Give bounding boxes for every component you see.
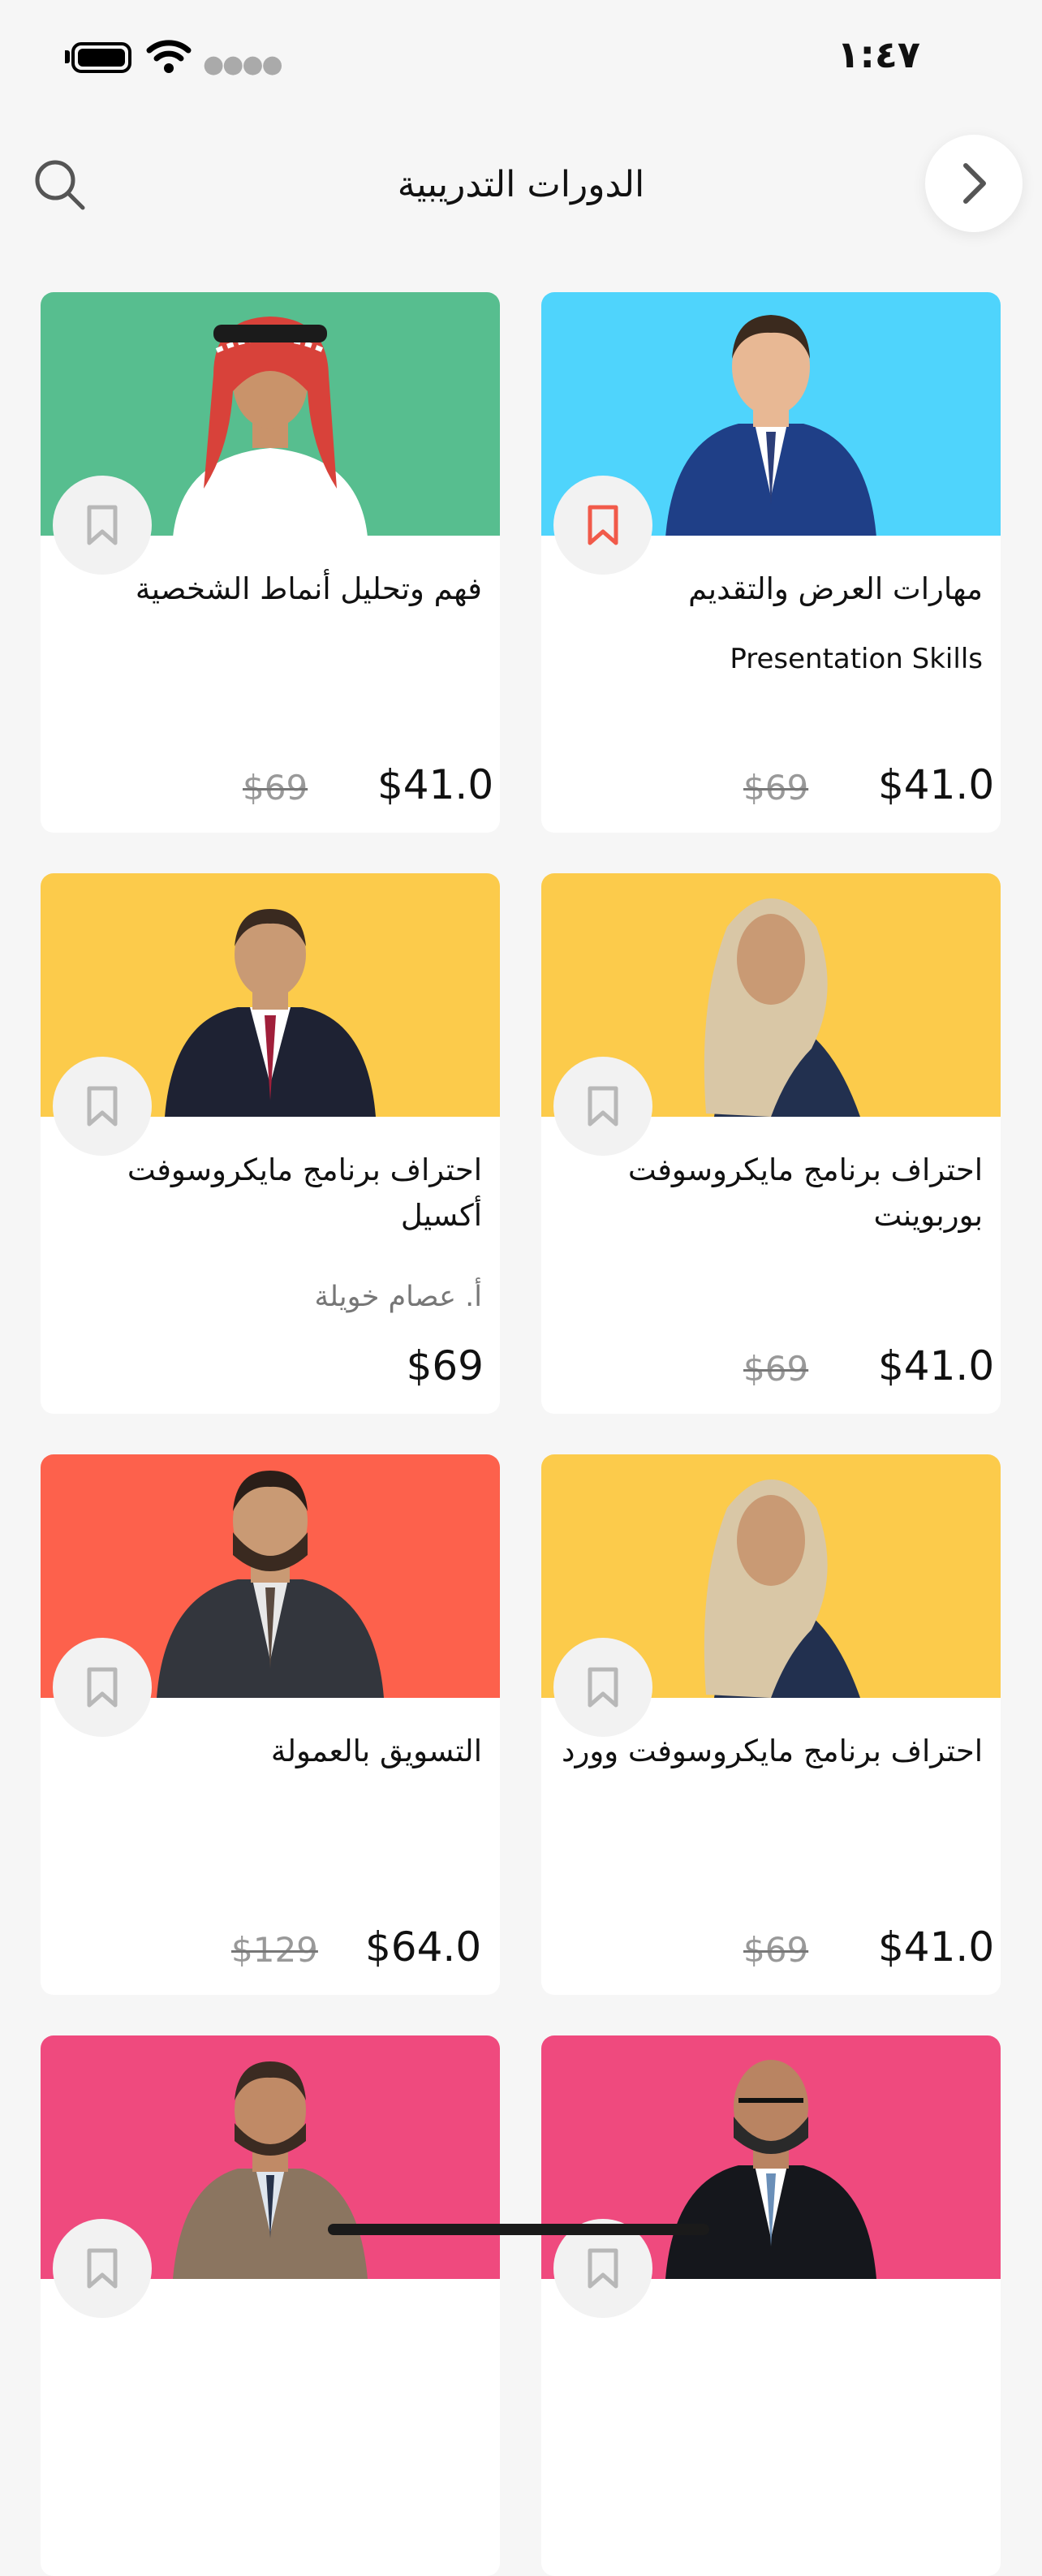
course-price: $69	[406, 1342, 484, 1389]
course-card[interactable]: التسويق بالعمولة $129 $64.0	[41, 1454, 500, 1995]
back-button[interactable]	[925, 135, 1023, 232]
course-title: احتراف برنامج مايكروسوفت بوربوينت	[627, 1152, 983, 1233]
course-title: احتراف برنامج مايكروسوفت أكسيل	[127, 1152, 482, 1233]
course-card[interactable]: فهم وتحليل أنماط الشخصية $69 $41.0	[41, 292, 500, 833]
course-old-price: $69	[243, 768, 308, 808]
battery-icon	[71, 42, 131, 73]
course-card[interactable]: احتراف برنامج مايكروسوفت وورد $69 $41.0	[541, 1454, 1001, 1995]
wifi-icon	[146, 40, 192, 73]
bookmark-button[interactable]	[553, 1057, 652, 1156]
bookmark-icon	[87, 2248, 118, 2289]
bookmark-button[interactable]	[53, 1638, 152, 1737]
instructor-photo	[704, 1480, 860, 1698]
bookmark-button[interactable]	[53, 476, 152, 575]
course-old-price: $69	[743, 1349, 809, 1389]
course-price: $41.0	[878, 761, 995, 808]
instructor-photo	[665, 2060, 876, 2279]
signal-icon: ●●●●	[203, 50, 283, 79]
course-title: التسويق بالعمولة	[270, 1734, 482, 1768]
bookmark-icon	[588, 1086, 618, 1126]
bookmark-icon	[87, 505, 118, 545]
course-card[interactable]	[541, 2035, 1001, 2576]
course-price: $41.0	[878, 1342, 995, 1389]
battery-tip	[65, 50, 70, 63]
course-title: احتراف برنامج مايكروسوفت وورد	[562, 1734, 983, 1768]
bookmark-button[interactable]	[53, 2219, 152, 2318]
bookmark-button[interactable]	[553, 476, 652, 575]
course-card[interactable]: احتراف برنامج مايكروسوفت بوربوينت $69 $4…	[541, 873, 1001, 1414]
course-old-price: $69	[743, 768, 809, 808]
instructor-photo	[173, 317, 368, 536]
course-price: $41.0	[878, 1923, 995, 1971]
bookmark-icon	[588, 505, 618, 545]
status-time: ١:٤٧	[837, 32, 920, 76]
page-title: الدورات التدريبية	[397, 164, 645, 205]
chevron-right-icon	[963, 163, 986, 204]
home-indicator	[328, 2224, 709, 2235]
course-old-price: $69	[743, 1930, 809, 1970]
nav-bar: الدورات التدريبية	[0, 122, 1042, 243]
bookmark-icon	[588, 2248, 618, 2289]
course-card[interactable]: مهارات العرض والتقديم Presentation Skill…	[541, 292, 1001, 833]
instructor-photo	[173, 2061, 368, 2279]
course-card[interactable]: احتراف برنامج مايكروسوفت أكسيل أ. عصام خ…	[41, 873, 500, 1414]
instructor-photo	[704, 898, 860, 1117]
instructor-photo	[157, 1471, 384, 1698]
course-subtitle: Presentation Skills	[730, 643, 983, 675]
bookmark-button[interactable]	[53, 1057, 152, 1156]
status-bar: ●●●● ١:٤٧	[0, 0, 1042, 114]
course-instructor: أ. عصام خويلة	[314, 1281, 482, 1313]
bookmark-button[interactable]	[553, 1638, 652, 1737]
bookmark-icon	[87, 1667, 118, 1708]
course-price: $41.0	[377, 761, 494, 808]
bookmark-icon	[588, 1667, 618, 1708]
course-price: $64.0	[365, 1923, 482, 1971]
course-title: فهم وتحليل أنماط الشخصية	[135, 571, 482, 606]
course-card[interactable]	[41, 2035, 500, 2576]
instructor-photo	[665, 315, 876, 536]
bookmark-icon	[87, 1086, 118, 1126]
course-old-price: $129	[231, 1930, 318, 1970]
course-title: مهارات العرض والتقديم	[688, 571, 983, 606]
instructor-photo	[165, 909, 376, 1117]
